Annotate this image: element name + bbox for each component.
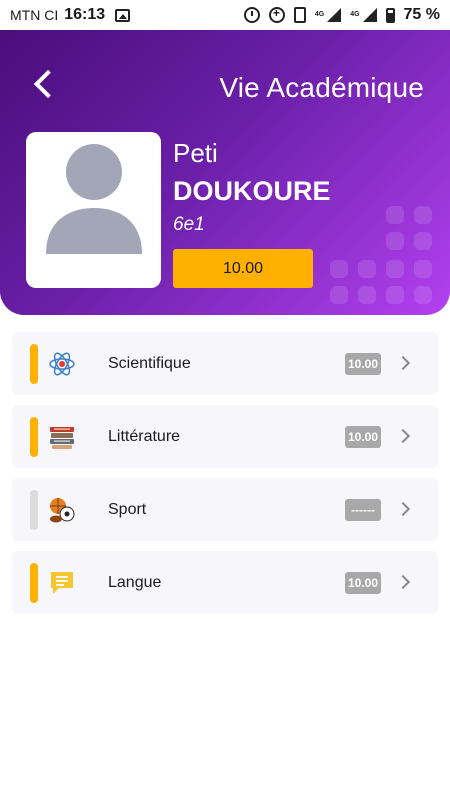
user-placeholder-icon xyxy=(46,144,142,254)
accent-bar xyxy=(30,417,38,457)
back-button[interactable] xyxy=(28,68,64,104)
subject-label: Scientifique xyxy=(108,355,191,372)
subject-score: 10.00 xyxy=(345,572,381,594)
vibrate-icon xyxy=(293,7,306,23)
signal-icon xyxy=(361,8,377,22)
chevron-right-icon xyxy=(398,503,410,515)
accent-bar xyxy=(30,344,38,384)
alarm-icon xyxy=(243,7,260,23)
gallery-icon xyxy=(115,8,131,22)
subject-score: ------ xyxy=(345,499,381,521)
subject-score: 10.00 xyxy=(345,426,381,448)
books-icon xyxy=(50,427,74,449)
chevron-right-icon xyxy=(398,430,410,442)
clock: 16:13 xyxy=(64,6,106,23)
atom-icon xyxy=(49,352,75,376)
sports-balls-icon xyxy=(50,498,75,523)
network-type-a: 4G xyxy=(314,11,325,18)
subject-item-langue[interactable]: Langue 10.00 xyxy=(12,551,438,614)
accent-bar xyxy=(30,490,38,530)
student-last-name: DOUKOURE xyxy=(173,176,331,206)
signal-icon xyxy=(325,8,342,22)
profile-header: Vie Académique Peti DOUKOURE 6e1 10.00 xyxy=(0,30,450,315)
subject-label: Sport xyxy=(108,501,147,518)
chevron-right-icon xyxy=(398,576,410,588)
battery-icon xyxy=(385,7,395,23)
student-first-name: Peti xyxy=(173,138,218,168)
status-bar: MTN CI 16:13 4G 4G 75 % xyxy=(0,0,450,30)
subject-item-sport[interactable]: Sport ------ xyxy=(12,478,438,541)
student-class: 6e1 xyxy=(173,214,205,235)
data-saver-icon xyxy=(268,6,285,23)
general-average-badge: 10.00 xyxy=(173,249,313,288)
subject-label: Langue xyxy=(108,574,162,591)
subject-score: 10.00 xyxy=(345,353,381,375)
subject-label: Littérature xyxy=(108,428,181,445)
carrier-label: MTN CI xyxy=(10,7,59,23)
subject-item-scientifique[interactable]: Scientifique 10.00 xyxy=(12,332,438,395)
chevron-right-icon xyxy=(398,357,410,369)
subject-list: Scientifique 10.00 Littérature 10.00 Spo… xyxy=(12,332,438,624)
accent-bar xyxy=(30,563,38,603)
avatar xyxy=(26,132,161,288)
network-type-b: 4G xyxy=(350,11,360,18)
speech-bubble-icon xyxy=(51,572,73,594)
subject-item-litterature[interactable]: Littérature 10.00 xyxy=(12,405,438,468)
page-title: Vie Académique xyxy=(219,72,424,103)
battery-percent: 75 % xyxy=(403,6,440,23)
decorative-dots xyxy=(330,202,442,310)
